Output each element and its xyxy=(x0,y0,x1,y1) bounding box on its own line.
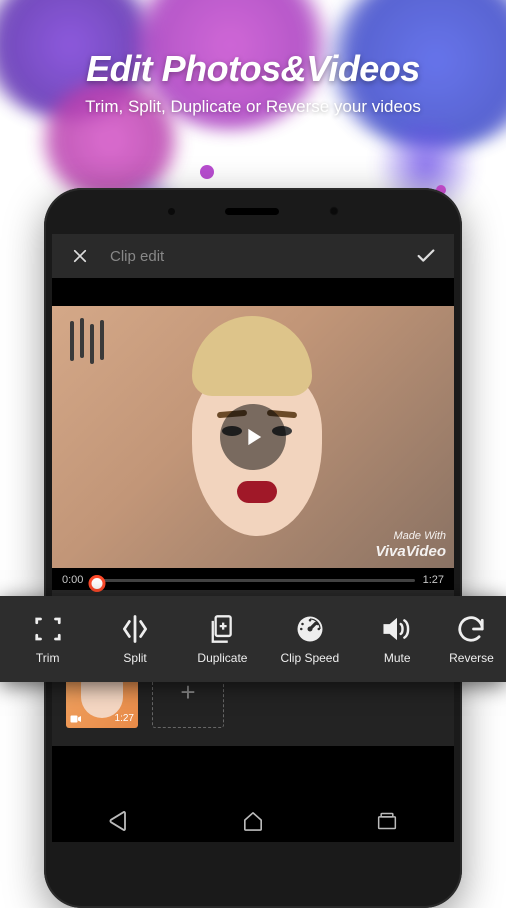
duplicate-tool[interactable]: Duplicate xyxy=(179,613,266,665)
duplicate-icon xyxy=(206,613,238,645)
tool-label: Clip Speed xyxy=(280,651,339,665)
topbar-title: Clip edit xyxy=(110,248,396,265)
video-preview[interactable]: Made With VivaVideo xyxy=(52,306,454,568)
tool-overlay-enlarged: Trim Split Duplicate Clip Speed Mute Rev… xyxy=(0,596,506,682)
timeline-track[interactable] xyxy=(91,579,414,582)
back-icon xyxy=(107,811,131,831)
clip-type-badge xyxy=(70,714,82,724)
phone-frame: Clip edit xyxy=(44,188,462,908)
tool-label: Split xyxy=(123,651,146,665)
watermark-line2: VivaVideo xyxy=(375,543,446,560)
tool-label: Reverse xyxy=(449,651,494,665)
reverse-icon xyxy=(455,613,487,645)
timeline-playhead[interactable] xyxy=(89,575,106,592)
close-button[interactable] xyxy=(64,240,96,272)
nav-home-button[interactable] xyxy=(233,806,273,836)
play-icon xyxy=(239,423,267,451)
phone-hardware-top xyxy=(44,188,462,234)
watermark-line1: Made With xyxy=(375,530,446,543)
check-icon xyxy=(415,245,437,267)
phone-screen: Clip edit xyxy=(52,234,454,842)
promo-subtitle: Trim, Split, Duplicate or Reverse your v… xyxy=(0,96,506,118)
clip-speed-icon xyxy=(294,613,326,645)
tool-label: Mute xyxy=(384,651,411,665)
watermark: Made With VivaVideo xyxy=(375,530,446,560)
recent-icon xyxy=(377,812,397,830)
volume-icon xyxy=(381,613,413,645)
editor-topbar: Clip edit xyxy=(52,234,454,278)
split-tool[interactable]: Split xyxy=(91,613,178,665)
trim-tool[interactable]: Trim xyxy=(4,613,91,665)
clip-speed-tool[interactable]: Clip Speed xyxy=(266,613,353,665)
confirm-button[interactable] xyxy=(410,240,442,272)
nav-recent-button[interactable] xyxy=(367,806,407,836)
timeline-current-time: 0:00 xyxy=(62,574,83,586)
timeline-total-time: 1:27 xyxy=(423,574,444,586)
promo-title: Edit Photos&Videos xyxy=(0,48,506,90)
split-icon xyxy=(119,613,151,645)
android-nav-bar xyxy=(52,800,454,842)
nav-back-button[interactable] xyxy=(99,806,139,836)
play-button[interactable] xyxy=(220,404,286,470)
reverse-tool[interactable]: Reverse xyxy=(441,613,502,665)
home-icon xyxy=(242,811,264,831)
trim-icon xyxy=(32,613,64,645)
timeline: 0:00 1:27 xyxy=(52,568,454,590)
tool-label: Duplicate xyxy=(197,651,247,665)
video-icon xyxy=(70,714,82,724)
promo-text-block: Edit Photos&Videos Trim, Split, Duplicat… xyxy=(0,0,506,118)
mute-tool[interactable]: Mute xyxy=(354,613,441,665)
close-icon xyxy=(71,247,89,265)
tool-label: Trim xyxy=(36,651,60,665)
clip-duration: 1:27 xyxy=(115,713,134,724)
